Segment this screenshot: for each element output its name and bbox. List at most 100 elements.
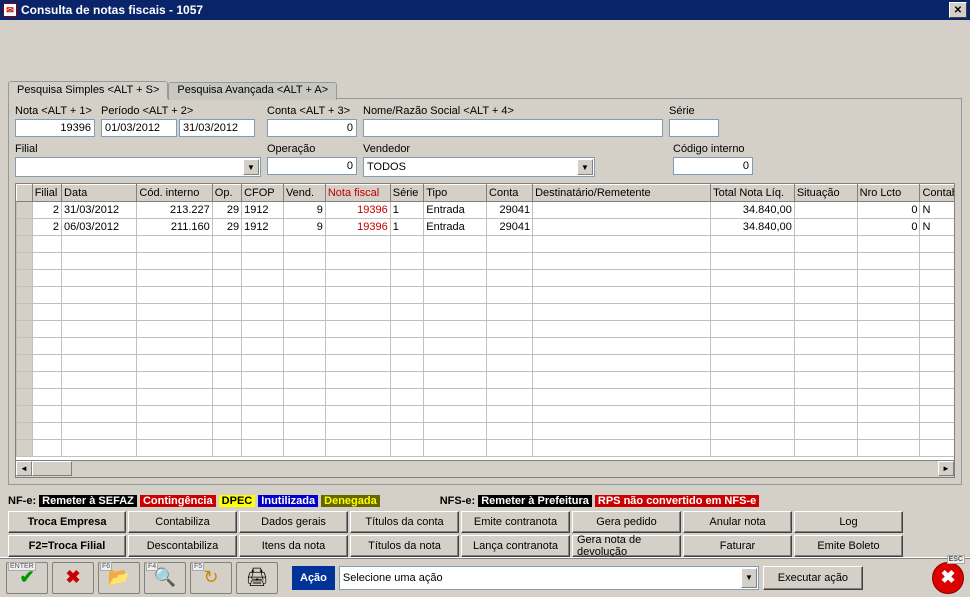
action-button[interactable]: Títulos da conta xyxy=(350,511,459,533)
legend-badge: Remeter à Prefeitura xyxy=(478,495,592,507)
table-row[interactable] xyxy=(17,287,956,304)
chevron-down-icon xyxy=(577,159,593,175)
search-button[interactable]: F4🔍 xyxy=(144,562,186,594)
col-header[interactable]: Série xyxy=(390,185,424,202)
table-row[interactable] xyxy=(17,253,956,270)
col-header[interactable]: Nota fiscal xyxy=(325,185,390,202)
chevron-down-icon xyxy=(741,568,757,588)
table-row[interactable] xyxy=(17,440,956,457)
filial-combo[interactable] xyxy=(15,157,261,177)
troca-empresa-button[interactable]: Troca Empresa xyxy=(8,511,126,533)
vendedor-combo[interactable]: TODOS xyxy=(363,157,595,177)
legend-badge: Contingência xyxy=(140,495,216,507)
action-button[interactable]: Títulos da nota xyxy=(350,535,459,557)
chevron-down-icon xyxy=(243,159,259,175)
action-button[interactable]: Descontabiliza xyxy=(128,535,237,557)
legend-badge: Inutilizada xyxy=(258,495,318,507)
scroll-thumb[interactable] xyxy=(32,461,72,476)
close-button[interactable]: ✕ xyxy=(949,2,967,18)
action-button[interactable]: Gera pedido xyxy=(572,511,681,533)
action-button[interactable]: Anular nota xyxy=(683,511,792,533)
tab-advanced-search[interactable]: Pesquisa Avançada <ALT + A> xyxy=(168,82,337,100)
table-row[interactable] xyxy=(17,372,956,389)
table-row[interactable] xyxy=(17,355,956,372)
exit-button[interactable]: ESC✖ xyxy=(932,562,964,594)
legend-badge: DPEC xyxy=(219,495,256,507)
operacao-input[interactable] xyxy=(267,157,357,175)
nfe-legend-label: NF-e: xyxy=(8,495,36,507)
table-row[interactable] xyxy=(17,321,956,338)
col-header[interactable]: Tipo xyxy=(424,185,487,202)
nfse-legend-label: NFS-e: xyxy=(440,495,475,507)
action-button[interactable]: Dados gerais xyxy=(239,511,348,533)
cancel-button[interactable]: ✖ xyxy=(52,562,94,594)
confirm-button[interactable]: ENTER✔ xyxy=(6,562,48,594)
col-header[interactable]: Total Nota Líq. xyxy=(711,185,795,202)
operacao-label: Operação xyxy=(267,143,357,155)
action-button[interactable]: Gera nota de devolução xyxy=(572,535,681,557)
action-button[interactable]: Itens da nota xyxy=(239,535,348,557)
table-row[interactable] xyxy=(17,270,956,287)
codigo-input[interactable] xyxy=(673,157,753,175)
legend-nfe: NF-e: Remeter à SEFAZ Contingência DPEC … xyxy=(8,495,962,507)
action-button[interactable]: Log xyxy=(794,511,903,533)
legend-badge: Remeter à SEFAZ xyxy=(39,495,137,507)
nota-input[interactable] xyxy=(15,119,95,137)
table-row[interactable]: 206/03/2012211.1602919129193961Entrada29… xyxy=(17,219,956,236)
tab-simple-search[interactable]: Pesquisa Simples <ALT + S> xyxy=(8,81,168,99)
window-title: Consulta de notas fiscais - 1057 xyxy=(21,3,203,17)
table-row[interactable] xyxy=(17,423,956,440)
nota-label: Nota <ALT + 1> xyxy=(15,105,95,117)
action-button[interactable]: Contabiliza xyxy=(128,511,237,533)
search-tabs: Pesquisa Simples <ALT + S> Pesquisa Avan… xyxy=(8,80,962,98)
col-header[interactable]: Filial xyxy=(32,185,61,202)
filial-label: Filial xyxy=(15,143,261,155)
table-row[interactable] xyxy=(17,389,956,406)
nome-input[interactable] xyxy=(363,119,663,137)
conta-label: Conta <ALT + 3> xyxy=(267,105,357,117)
col-header[interactable]: Contabilizaç xyxy=(920,185,955,202)
col-header[interactable]: Destinatário/Remetente xyxy=(533,185,711,202)
col-header[interactable]: Vend. xyxy=(283,185,325,202)
scroll-left-icon[interactable]: ◄ xyxy=(16,461,32,476)
executar-acao-button[interactable]: Executar ação xyxy=(763,566,863,590)
col-header[interactable]: Data xyxy=(62,185,137,202)
grid-hscroll[interactable]: ◄ ► xyxy=(15,461,955,478)
table-row[interactable] xyxy=(17,304,956,321)
serie-label: Série xyxy=(669,105,719,117)
table-row[interactable] xyxy=(17,406,956,423)
app-icon: ✉ xyxy=(3,3,17,17)
legend-badge: RPS não convertido em NFS-e xyxy=(595,495,759,507)
print-button[interactable]: 🖨 xyxy=(236,562,278,594)
results-grid[interactable]: FilialDataCód. internoOp.CFOPVend.Nota f… xyxy=(15,183,955,461)
bottom-toolbar: ENTER✔ ✖ F6📂 F4🔍 F5↻ 🖨 Ação Selecione um… xyxy=(0,557,970,597)
legend-badge: Denegada xyxy=(321,495,380,507)
col-header[interactable]: Op. xyxy=(212,185,241,202)
acao-combo[interactable]: Selecione uma ação xyxy=(339,566,759,590)
periodo-label: Período <ALT + 2> xyxy=(101,105,261,117)
col-header[interactable]: Conta xyxy=(487,185,533,202)
col-header[interactable]: Cód. interno xyxy=(137,185,212,202)
col-header[interactable]: Situação xyxy=(794,185,857,202)
table-row[interactable]: 231/03/2012213.2272919129193961Entrada29… xyxy=(17,202,956,219)
titlebar: ✉ Consulta de notas fiscais - 1057 ✕ xyxy=(0,0,970,20)
serie-input[interactable] xyxy=(669,119,719,137)
scroll-right-icon[interactable]: ► xyxy=(938,461,954,476)
acao-label: Ação xyxy=(292,566,335,590)
action-button[interactable]: Emite contranota xyxy=(461,511,570,533)
col-header[interactable]: Nro Lcto xyxy=(857,185,920,202)
action-button[interactable]: Lança contranota xyxy=(461,535,570,557)
periodo-to-input[interactable] xyxy=(179,119,255,137)
refresh-button[interactable]: F5↻ xyxy=(190,562,232,594)
open-button[interactable]: F6📂 xyxy=(98,562,140,594)
vendedor-label: Vendedor xyxy=(363,143,595,155)
table-row[interactable] xyxy=(17,338,956,355)
periodo-from-input[interactable] xyxy=(101,119,177,137)
troca-filial-button[interactable]: F2=Troca Filial xyxy=(8,535,126,557)
col-header[interactable]: CFOP xyxy=(242,185,284,202)
action-button[interactable]: Faturar xyxy=(683,535,792,557)
action-button[interactable]: Emite Boleto xyxy=(794,535,903,557)
conta-input[interactable] xyxy=(267,119,357,137)
table-row[interactable] xyxy=(17,236,956,253)
nome-label: Nome/Razão Social <ALT + 4> xyxy=(363,105,663,117)
